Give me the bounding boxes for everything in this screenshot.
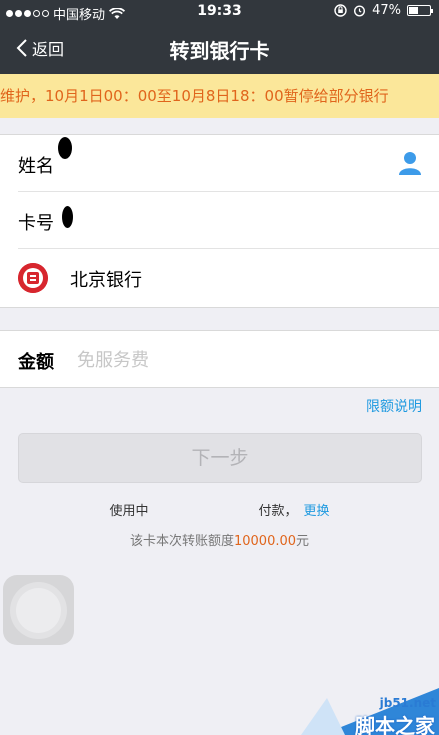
payment-method-line: 使用中 付款， 更换 bbox=[0, 500, 439, 519]
change-payment-link[interactable]: 更换 bbox=[304, 504, 330, 519]
payment-method-redacted bbox=[148, 503, 258, 515]
maintenance-notice: 维护，10月1日00：00至10月8日18：00暂停给部分银行 bbox=[0, 74, 439, 118]
next-step-button[interactable]: 下一步 bbox=[18, 433, 422, 483]
battery-percent: 47% bbox=[372, 3, 401, 18]
limit-suffix: 元 bbox=[296, 534, 310, 549]
recipient-card: 姓名 卡号 北京银行 bbox=[0, 134, 439, 308]
watermark-site: jb51.net bbox=[379, 696, 436, 710]
alarm-icon bbox=[354, 5, 366, 17]
name-redaction bbox=[58, 137, 72, 159]
name-label: 姓名 bbox=[18, 156, 54, 177]
header: 中国移动 19:33 47% 返回 转到银行卡 bbox=[0, 0, 439, 74]
transfer-limit-line: 该卡本次转账额度10000.00元 bbox=[0, 530, 439, 549]
battery-icon bbox=[407, 5, 433, 16]
bank-row[interactable]: 北京银行 bbox=[18, 249, 439, 306]
limit-prefix: 该卡本次转账额度 bbox=[129, 534, 234, 549]
limit-amount: 10000.00 bbox=[233, 534, 297, 549]
payment-suffix: 付款， bbox=[258, 504, 298, 519]
battery-level bbox=[409, 7, 419, 14]
status-right: 47% bbox=[334, 3, 433, 18]
amount-card: 金额 bbox=[0, 330, 439, 388]
payment-prefix: 使用中 bbox=[109, 504, 149, 519]
card-number-row[interactable]: 卡号 bbox=[18, 192, 439, 249]
navigation-bar: 返回 转到银行卡 bbox=[0, 24, 439, 74]
amount-label: 金额 bbox=[18, 352, 54, 373]
assistive-touch-icon bbox=[16, 588, 61, 633]
assistive-touch-button[interactable] bbox=[3, 575, 74, 645]
rotation-lock-icon bbox=[334, 4, 347, 17]
amount-input[interactable] bbox=[77, 343, 407, 377]
watermark: jb51.net 脚本之家 bbox=[301, 688, 439, 735]
watermark-name: 脚本之家 bbox=[355, 714, 435, 735]
bank-name: 北京银行 bbox=[70, 270, 142, 291]
bank-logo-icon bbox=[18, 263, 48, 293]
contact-icon[interactable] bbox=[399, 151, 421, 175]
status-bar: 中国移动 19:33 47% bbox=[0, 0, 439, 24]
limit-info-link[interactable]: 限额说明 bbox=[366, 396, 422, 416]
name-row[interactable]: 姓名 bbox=[18, 135, 439, 192]
card-number-label: 卡号 bbox=[18, 213, 54, 234]
page-title: 转到银行卡 bbox=[169, 39, 270, 63]
card-number-redaction bbox=[62, 206, 73, 228]
